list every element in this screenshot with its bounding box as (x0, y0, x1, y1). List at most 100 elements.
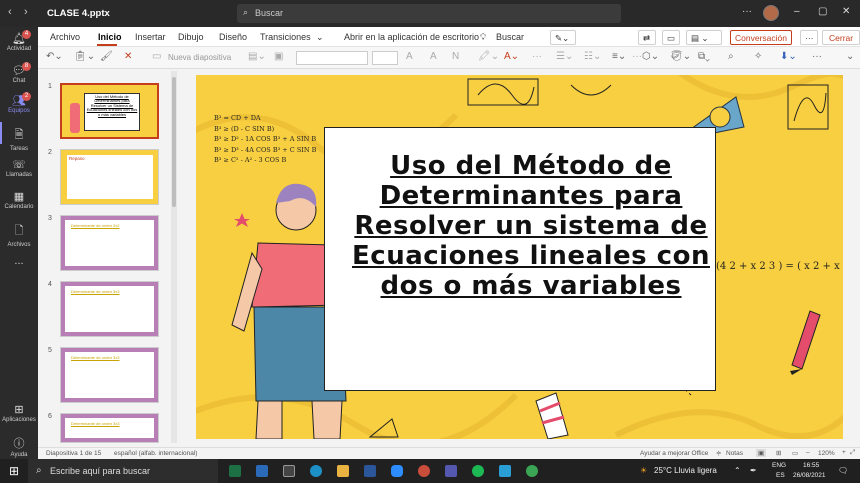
chrome-profile-icon[interactable] (526, 465, 538, 477)
pen-tray-icon[interactable]: ✒ (750, 466, 757, 475)
notes-button[interactable]: Notas (726, 450, 743, 457)
back-arrow-icon[interactable]: ‹ (8, 6, 12, 18)
clear-format-icon[interactable]: N (452, 51, 459, 62)
chrome-icon[interactable] (418, 465, 430, 477)
word-icon[interactable] (364, 465, 376, 477)
language-indicator-2[interactable]: ES (776, 472, 785, 479)
rail-item-activity[interactable]: 🔔︎ 4 Actividad (0, 30, 38, 52)
zoom-level[interactable]: 120% (818, 450, 835, 457)
comments-button[interactable]: ▭ (662, 30, 680, 45)
store-icon[interactable] (283, 465, 295, 477)
rail-item-teams[interactable]: 👥︎ 2 Equipos (0, 92, 38, 114)
editing-mode-button[interactable]: ✎⌄ (550, 30, 576, 45)
fill-icon[interactable]: 🪣︎⌄ (670, 51, 691, 62)
minimize-icon[interactable]: – (794, 6, 800, 17)
rail-item-files[interactable]: 🗋 Archivos (0, 222, 38, 248)
new-slide-label[interactable]: Nueva diapositiva (168, 53, 231, 62)
teams-icon[interactable] (445, 465, 457, 477)
undo-icon[interactable]: ↶⌄ (46, 51, 63, 62)
font-family-select[interactable] (296, 51, 368, 65)
new-slide-icon[interactable]: ▭ (152, 51, 161, 62)
more-tabs-chevron[interactable]: ⌄ (316, 32, 324, 43)
slide-sorter-icon[interactable]: ⊞ (776, 449, 781, 457)
notification-icon[interactable]: 🗨︎ (838, 466, 848, 475)
maximize-icon[interactable]: ▢ (818, 6, 827, 17)
thumbnail-slide-5[interactable]: Determinante de orden 3x3 (60, 347, 159, 403)
clipboard-icon[interactable]: 📋︎⌄ (74, 51, 95, 62)
rail-item-apps[interactable]: ⊞ Aplicaciones (0, 403, 38, 423)
shapes-icon[interactable]: ⬡⌄ (642, 51, 659, 62)
tab-inicio[interactable]: Inicio (98, 32, 122, 42)
more-font-icon[interactable]: ··· (532, 51, 542, 62)
close-button[interactable]: Cerrar (822, 30, 860, 45)
highlight-icon[interactable]: 🖍︎⌄ (478, 51, 499, 62)
taskbar-search-input[interactable]: ⌕ Escribe aquí para buscar (28, 459, 218, 483)
more-paragraph-icon[interactable]: ··· (632, 51, 642, 62)
scrollbar-thumb[interactable] (172, 77, 176, 207)
more-toolbar-icon[interactable]: ··· (812, 51, 822, 62)
find-icon[interactable]: ⌕ (728, 51, 734, 62)
normal-view-icon[interactable]: ▣ (756, 449, 767, 457)
align-icon[interactable]: ≡⌄ (612, 51, 626, 62)
arrange-icon[interactable]: ⧉⌄ (698, 51, 710, 62)
slide-canvas[interactable]: B³ = CD + DA B³ ≥ (D - C SIN B) B³ ≥ D² … (196, 75, 843, 439)
picture-icon[interactable]: ▣ (274, 51, 283, 62)
tab-dibujo[interactable]: Dibujo (178, 32, 204, 42)
reading-view-icon[interactable]: ▭ (792, 449, 798, 457)
thumbnail-slide-1[interactable]: Uso del Método de Determinantes para Res… (60, 83, 159, 139)
rail-item-more[interactable]: ... (0, 255, 38, 267)
thumbnail-slide-6[interactable]: Determinante de orden 3x3 (60, 413, 159, 443)
slide-title[interactable]: Uso del Método de Determinantes para Res… (336, 151, 726, 301)
font-size-increase-icon[interactable]: A (406, 51, 413, 62)
open-desktop-link[interactable]: Abrir en la aplicación de escritorio (344, 32, 479, 42)
format-painter-icon[interactable]: 🖌︎ (100, 51, 113, 62)
tab-insertar[interactable]: Insertar (135, 32, 166, 42)
font-size-decrease-icon[interactable]: A (430, 51, 437, 62)
rail-item-assignments[interactable]: 🗎 Tareas (0, 126, 38, 152)
tray-chevron-icon[interactable]: ⌃ (734, 466, 741, 475)
more-button[interactable]: ··· (800, 30, 818, 45)
tell-me-search[interactable]: Buscar (496, 32, 524, 42)
file-explorer-icon[interactable] (337, 465, 349, 477)
fit-slide-icon[interactable]: ⤢ (850, 449, 855, 457)
language-indicator-1[interactable]: ENG (772, 462, 786, 469)
designer-icon[interactable]: ✧ (754, 51, 762, 62)
zoom-in-icon[interactable]: + (842, 449, 846, 456)
zoom-icon[interactable] (391, 465, 403, 477)
forward-arrow-icon[interactable]: › (24, 6, 28, 18)
thumbnail-slide-2[interactable]: Repaso (60, 149, 159, 205)
numbering-icon[interactable]: ☷⌄ (584, 51, 601, 62)
tab-archivo[interactable]: Archivo (50, 32, 80, 42)
zoom-out-icon[interactable]: – (806, 449, 810, 456)
font-color-icon[interactable]: A⌄ (504, 51, 519, 62)
excel-icon[interactable] (229, 465, 241, 477)
bullets-icon[interactable]: ☰⌄ (556, 51, 573, 62)
rail-item-calls[interactable]: ☏ Llamadas (0, 158, 38, 178)
weather-status[interactable]: 25°C Lluvia ligera (654, 466, 717, 475)
share-button[interactable]: ⇄ (638, 30, 656, 45)
tab-diseno[interactable]: Diseño (219, 32, 247, 42)
close-window-icon[interactable]: ✕ (842, 6, 850, 17)
conversation-button[interactable]: Conversación (730, 30, 792, 45)
sensitivity-icon[interactable]: ⬇⌄ (780, 51, 797, 62)
thumbnail-slide-4[interactable]: Determinante de orden 3x3 (60, 281, 159, 337)
search-input[interactable]: ⌕ Buscar (237, 4, 621, 23)
present-button[interactable]: ▤ ⌄ (686, 30, 722, 45)
rail-item-help[interactable]: ⓘ Ayuda (0, 435, 38, 458)
more-options-icon[interactable]: ··· (742, 6, 752, 17)
help-improve-link[interactable]: Ayudar a mejorar Office (640, 450, 708, 457)
edge-icon[interactable] (310, 465, 322, 477)
avatar[interactable] (763, 5, 779, 21)
layout-icon[interactable]: ▤⌄ (248, 51, 266, 62)
collapse-ribbon-icon[interactable]: ⌄ (846, 51, 854, 62)
thumbnail-slide-3[interactable]: Determinante de orden 2x2 (60, 215, 159, 271)
rail-item-calendar[interactable]: ▦ Calendario (0, 190, 38, 210)
azure-icon[interactable] (499, 465, 511, 477)
tab-transiciones[interactable]: Transiciones (260, 32, 311, 42)
clock-date[interactable]: 26/08/2021 (793, 472, 826, 479)
clock-time[interactable]: 16:55 (803, 462, 819, 469)
delete-icon[interactable]: ✕ (124, 51, 132, 62)
language-status[interactable]: español (alfab. internacional) (114, 450, 197, 457)
rail-item-chat[interactable]: 💬︎ 8 Chat (0, 62, 38, 84)
windows-start-icon[interactable]: ⊞ (9, 464, 19, 478)
